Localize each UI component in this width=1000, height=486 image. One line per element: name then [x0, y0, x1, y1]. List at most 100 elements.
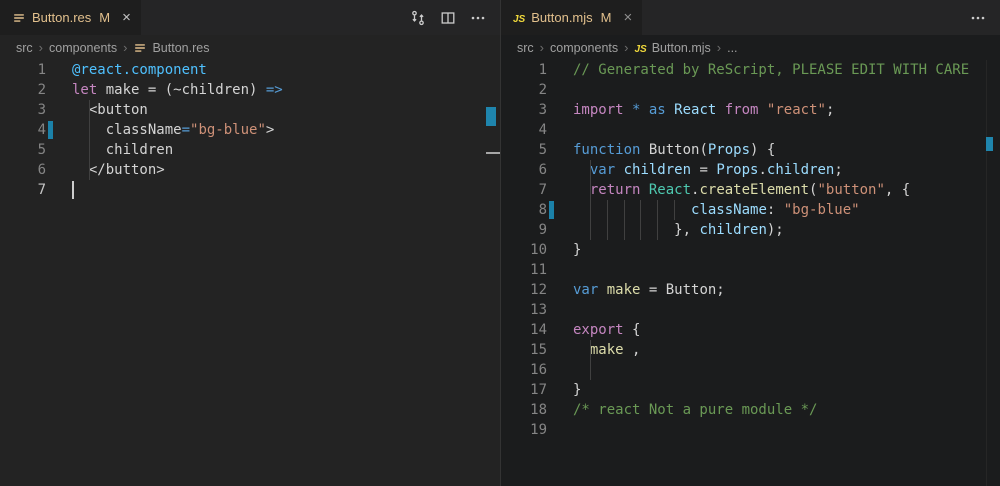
line-number: 3 — [0, 102, 46, 118]
code-text: children — [72, 142, 173, 158]
vscode-window: Button.res M × src › components › Button.res… — [0, 0, 1000, 486]
indent-guide — [674, 200, 675, 220]
code-text: /* react Not a pure module */ — [573, 402, 817, 418]
code-line[interactable]: 3import * as React from "react"; — [501, 100, 1000, 120]
line-number: 5 — [0, 142, 46, 158]
chevron-right-icon: › — [624, 40, 628, 55]
code-text: <button — [72, 102, 148, 118]
code-line[interactable]: 8 className: "bg-blue" — [501, 200, 1000, 220]
code-line[interactable]: 17} — [501, 380, 1000, 400]
indent-guide — [624, 200, 625, 240]
chevron-right-icon: › — [717, 40, 721, 55]
line-number: 6 — [501, 162, 547, 178]
code-text: className="bg-blue"> — [72, 122, 274, 138]
line-number: 6 — [0, 162, 46, 178]
breadcrumb-item[interactable]: src — [517, 41, 534, 55]
breadcrumb-item[interactable]: ... — [727, 41, 737, 55]
js-icon: JS — [513, 10, 525, 25]
code-line[interactable]: 12var make = Button; — [501, 280, 1000, 300]
code-line[interactable]: 9 }, children); — [501, 220, 1000, 240]
breadcrumb-item[interactable]: components — [49, 41, 117, 55]
code-line[interactable]: 4 — [501, 120, 1000, 140]
line-number: 7 — [501, 182, 547, 198]
modified-badge: M — [601, 10, 612, 25]
breadcrumb-item[interactable]: components — [550, 41, 618, 55]
tab-bar-left: Button.res M × — [0, 0, 500, 35]
code-line[interactable]: 1 @react.component — [0, 60, 500, 80]
indent-guide — [590, 160, 591, 240]
tab-bar-right: JS Button.mjs M × — [501, 0, 1000, 35]
modified-badge: M — [99, 10, 110, 25]
code-line[interactable]: 16 — [501, 360, 1000, 380]
chevron-right-icon: › — [123, 40, 127, 55]
code-line[interactable]: 10} — [501, 240, 1000, 260]
code-line[interactable]: 6 var children = Props.children; — [501, 160, 1000, 180]
line-number: 10 — [501, 242, 547, 258]
code-text: } — [573, 382, 581, 398]
chevron-right-icon: › — [39, 40, 43, 55]
code-line[interactable]: 7 — [0, 180, 500, 200]
indent-guide — [657, 200, 658, 240]
breadcrumb-label: Button.mjs — [652, 41, 711, 55]
close-icon[interactable]: × — [624, 10, 633, 25]
code-text: // Generated by ReScript, PLEASE EDIT WI… — [573, 62, 969, 78]
line-number: 17 — [501, 382, 547, 398]
code-line[interactable]: 2let make = (~children) => — [0, 80, 500, 100]
code-editor[interactable]: 1 @react.component 2let make = (~children)… — [0, 60, 500, 486]
line-number: 4 — [501, 122, 547, 138]
code-line[interactable]: 3 <button — [0, 100, 500, 120]
code-line[interactable]: 18/* react Not a pure module */ — [501, 400, 1000, 420]
code-line[interactable]: 5function Button(Props) { — [501, 140, 1000, 160]
git-modified-gutter-mark — [549, 201, 554, 219]
code-text: make , — [573, 342, 640, 358]
code-text: </button> — [72, 162, 165, 178]
overview-modified-mark — [986, 137, 993, 151]
line-number: 2 — [0, 82, 46, 98]
indent-guide — [590, 340, 591, 380]
editor-actions-left — [410, 0, 500, 35]
code-line[interactable]: 7 return React.createElement("button", { — [501, 180, 1000, 200]
more-actions-icon[interactable] — [470, 10, 486, 26]
breadcrumb-label: Button.res — [152, 41, 209, 55]
code-line[interactable]: 19 — [501, 420, 1000, 440]
line-number: 1 — [0, 62, 46, 78]
file-lines-icon — [133, 41, 147, 55]
line-number: 7 — [0, 182, 46, 198]
tab-button-mjs[interactable]: JS Button.mjs M × — [501, 0, 642, 35]
code-line[interactable]: 2 — [501, 80, 1000, 100]
breadcrumb: src › components › Button.res — [0, 35, 500, 60]
code-line[interactable]: 1// Generated by ReScript, PLEASE EDIT W… — [501, 60, 1000, 80]
code-line[interactable]: 6 </button> — [0, 160, 500, 180]
overview-cursor-mark — [486, 152, 500, 154]
code-text: className: "bg-blue" — [573, 202, 860, 218]
code-text: export { — [573, 322, 640, 338]
code-text: import * as React from "react"; — [573, 102, 834, 118]
split-editor-icon[interactable] — [440, 10, 456, 26]
close-icon[interactable]: × — [122, 10, 131, 25]
line-number: 8 — [501, 202, 547, 218]
code-text: @react.component — [72, 62, 207, 78]
more-actions-icon[interactable] — [970, 10, 986, 26]
code-editor[interactable]: 1// Generated by ReScript, PLEASE EDIT W… — [501, 60, 1000, 486]
breadcrumb-item[interactable]: src — [16, 41, 33, 55]
breadcrumb-item[interactable]: Button.res — [133, 41, 209, 55]
code-line[interactable]: 13 — [501, 300, 1000, 320]
text-cursor — [72, 181, 74, 199]
line-number: 16 — [501, 362, 547, 378]
breadcrumb-item[interactable]: JSButton.mjs — [634, 41, 710, 55]
chevron-right-icon: › — [540, 40, 544, 55]
code-text: } — [573, 242, 581, 258]
code-text: return React.createElement("button", { — [573, 182, 910, 198]
code-line[interactable]: 5 children — [0, 140, 500, 160]
code-text: var children = Props.children; — [573, 162, 843, 178]
code-line[interactable]: 14export { — [501, 320, 1000, 340]
line-number: 4 — [0, 122, 46, 138]
git-modified-gutter-mark — [48, 121, 53, 139]
code-line[interactable]: 4 className="bg-blue"> — [0, 120, 500, 140]
breadcrumb-label: components — [49, 41, 117, 55]
indent-guide — [640, 200, 641, 240]
open-changes-icon[interactable] — [410, 10, 426, 26]
code-line[interactable]: 15 make , — [501, 340, 1000, 360]
tab-button-res[interactable]: Button.res M × — [0, 0, 141, 35]
code-line[interactable]: 11 — [501, 260, 1000, 280]
